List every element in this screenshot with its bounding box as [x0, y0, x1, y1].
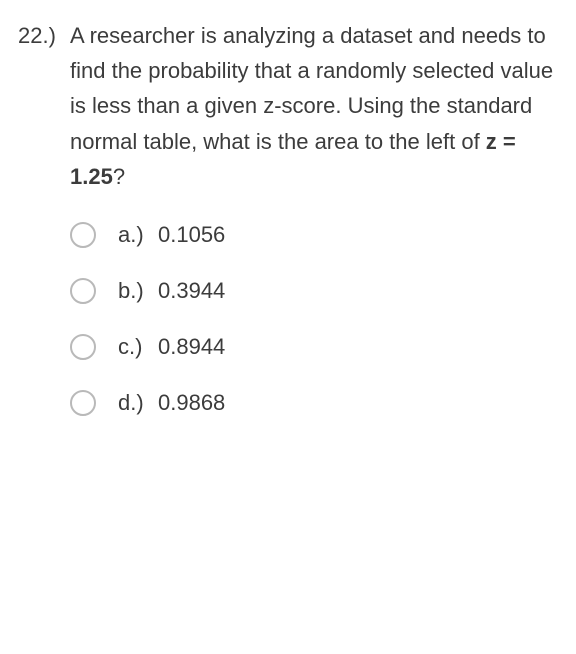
radio-icon[interactable] — [70, 222, 96, 248]
option-letter: d.) — [118, 390, 158, 416]
option-text: 0.1056 — [158, 222, 225, 248]
option-letter: c.) — [118, 334, 158, 360]
option-letter: b.) — [118, 278, 158, 304]
question-block: 22.) A researcher is analyzing a dataset… — [18, 18, 556, 194]
question-number: 22.) — [18, 18, 70, 53]
option-a[interactable]: a.) 0.1056 — [70, 222, 556, 248]
option-text: 0.9868 — [158, 390, 225, 416]
option-c[interactable]: c.) 0.8944 — [70, 334, 556, 360]
options-list: a.) 0.1056 b.) 0.3944 c.) 0.8944 d.) 0.9… — [70, 222, 556, 416]
question-stem: A researcher is analyzing a dataset and … — [70, 18, 556, 194]
option-d[interactable]: d.) 0.9868 — [70, 390, 556, 416]
radio-icon[interactable] — [70, 278, 96, 304]
radio-icon[interactable] — [70, 390, 96, 416]
option-b[interactable]: b.) 0.3944 — [70, 278, 556, 304]
option-text: 0.3944 — [158, 278, 225, 304]
option-letter: a.) — [118, 222, 158, 248]
stem-post: ? — [113, 164, 125, 189]
radio-icon[interactable] — [70, 334, 96, 360]
option-text: 0.8944 — [158, 334, 225, 360]
stem-pre: A researcher is analyzing a dataset and … — [70, 23, 553, 154]
